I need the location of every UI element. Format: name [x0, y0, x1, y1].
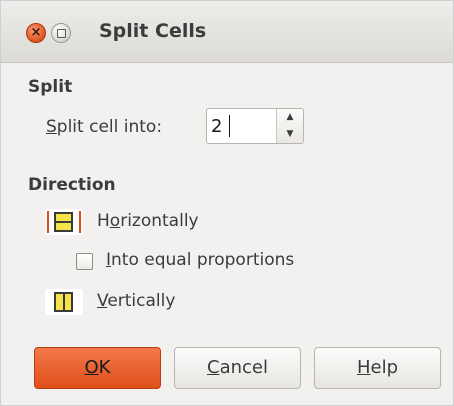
- ok-button[interactable]: OK: [34, 347, 161, 389]
- horizontally-option[interactable]: Horizontally: [97, 211, 199, 231]
- split-section-title: Split: [28, 77, 73, 97]
- help-button[interactable]: Help: [314, 347, 441, 389]
- title-bar[interactable]: × Split Cells: [1, 1, 453, 63]
- spin-down-icon[interactable]: ▼: [277, 126, 303, 143]
- minimize-window-button[interactable]: [51, 23, 71, 43]
- split-cells-dialog: × Split Cells Split Split cell into: 2 ▲…: [0, 0, 454, 406]
- spin-buttons: ▲ ▼: [276, 109, 303, 143]
- direction-section-title: Direction: [28, 175, 116, 195]
- split-vertical-icon: [45, 289, 83, 315]
- close-window-button[interactable]: ×: [26, 23, 46, 43]
- split-count-input[interactable]: 2: [211, 116, 222, 137]
- split-horizontal-icon: [45, 209, 83, 235]
- vertically-option[interactable]: Vertically: [97, 291, 175, 311]
- split-cell-into-label: Split cell into:: [46, 117, 163, 137]
- dialog-content: Split Split cell into: 2 ▲ ▼ Direction H…: [1, 63, 453, 405]
- spin-up-icon[interactable]: ▲: [277, 109, 303, 126]
- window-title: Split Cells: [99, 20, 207, 42]
- cancel-button[interactable]: Cancel: [174, 347, 301, 389]
- equal-proportions-label[interactable]: Into equal proportions: [106, 250, 294, 270]
- close-icon: ×: [30, 25, 42, 40]
- text-cursor: [229, 115, 230, 137]
- split-cell-into-spinbox[interactable]: 2 ▲ ▼: [206, 108, 304, 144]
- equal-proportions-checkbox[interactable]: [76, 253, 93, 270]
